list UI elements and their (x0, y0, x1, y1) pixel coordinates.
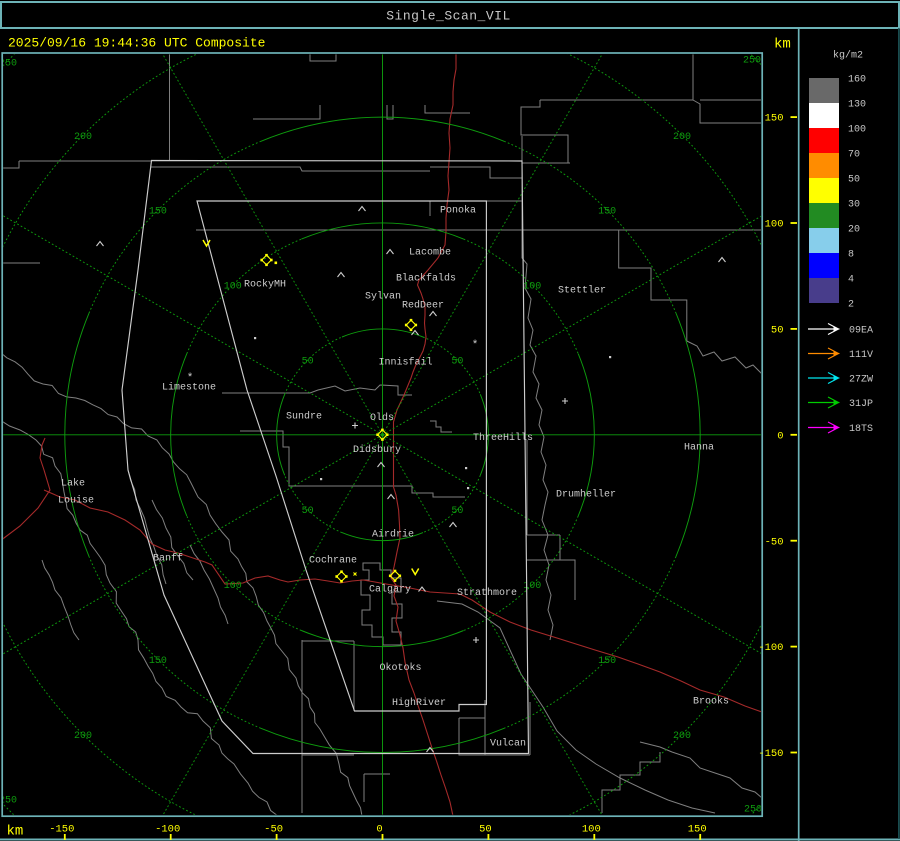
svg-text:100: 100 (523, 581, 541, 592)
svg-text:-100: -100 (155, 824, 180, 836)
svg-text:km: km (774, 37, 791, 53)
svg-text:Blackfalds: Blackfalds (396, 273, 456, 285)
svg-text:27ZW: 27ZW (849, 375, 873, 386)
svg-text:2025/09/16 19:44:36 UTC Compos: 2025/09/16 19:44:36 UTC Composite (8, 36, 265, 51)
svg-text:Ponoka: Ponoka (440, 205, 476, 217)
svg-text:Hanna: Hanna (684, 443, 714, 454)
svg-text:-50: -50 (765, 536, 784, 548)
svg-text:Cochrane: Cochrane (309, 555, 357, 567)
svg-text:150: 150 (149, 207, 167, 218)
svg-text:50: 50 (479, 824, 492, 836)
svg-text:50: 50 (771, 325, 784, 337)
svg-text:50: 50 (451, 356, 463, 367)
svg-text:RockyMH: RockyMH (244, 279, 286, 291)
svg-text:50: 50 (302, 356, 314, 367)
svg-text:100: 100 (523, 282, 541, 293)
svg-text:150: 150 (688, 824, 707, 836)
svg-text:200: 200 (673, 731, 691, 742)
svg-text:ThreeHills: ThreeHills (473, 432, 533, 444)
svg-text:HighRiver: HighRiver (392, 697, 446, 709)
svg-text:-150: -150 (758, 748, 783, 760)
svg-text:09EA: 09EA (849, 326, 873, 337)
svg-text:Drumheller: Drumheller (556, 489, 616, 501)
svg-text:Banff: Banff (153, 553, 183, 565)
svg-text:150: 150 (598, 207, 616, 218)
svg-text:kg/m2: kg/m2 (833, 50, 863, 62)
svg-text:Airdrie: Airdrie (372, 529, 414, 541)
svg-text:4: 4 (848, 275, 854, 286)
svg-text:100: 100 (848, 125, 866, 136)
svg-text:Okotoks: Okotoks (379, 662, 421, 674)
svg-text:Olds: Olds (370, 412, 394, 424)
svg-text:Vulcan: Vulcan (490, 738, 526, 750)
svg-text:150: 150 (765, 113, 784, 125)
svg-text:Innisfail: Innisfail (378, 357, 432, 369)
svg-text:Calgary: Calgary (369, 584, 411, 596)
svg-text:200: 200 (74, 731, 92, 742)
svg-text:RedDeer: RedDeer (402, 300, 444, 312)
svg-text:250: 250 (744, 805, 762, 816)
svg-text:18TS: 18TS (849, 424, 873, 435)
svg-text:100: 100 (582, 824, 601, 836)
svg-text:31JP: 31JP (849, 399, 873, 410)
svg-text:0: 0 (777, 430, 783, 442)
svg-text:70: 70 (848, 150, 860, 161)
svg-text:Lake: Lake (61, 478, 85, 490)
svg-text:2: 2 (848, 300, 854, 311)
svg-text:-150: -150 (49, 824, 74, 836)
svg-text:160: 160 (848, 75, 866, 86)
svg-text:200: 200 (74, 132, 92, 143)
svg-text:111V: 111V (849, 350, 873, 361)
svg-text:30: 30 (848, 200, 860, 211)
svg-text:km: km (7, 824, 24, 840)
svg-text:50: 50 (848, 175, 860, 186)
svg-text:8: 8 (848, 250, 854, 261)
svg-text:*: * (472, 340, 479, 352)
svg-text:100: 100 (224, 282, 242, 293)
svg-text:Didsbury: Didsbury (353, 444, 401, 456)
svg-text:Single_Scan_VIL: Single_Scan_VIL (386, 9, 511, 24)
svg-text:200: 200 (673, 132, 691, 143)
svg-text:Lacombe: Lacombe (409, 247, 451, 259)
svg-text:250: 250 (743, 56, 761, 67)
svg-text:Strathmore: Strathmore (457, 587, 517, 599)
svg-text:Stettler: Stettler (558, 285, 606, 297)
svg-text:100: 100 (765, 219, 784, 231)
svg-text:130: 130 (848, 100, 866, 111)
svg-text:-50: -50 (264, 824, 283, 836)
svg-text:150: 150 (598, 656, 616, 667)
svg-text:Sylvan: Sylvan (365, 291, 401, 303)
svg-text:100: 100 (224, 581, 242, 592)
svg-text:-100: -100 (758, 642, 783, 654)
svg-text:50: 50 (302, 506, 314, 517)
svg-text:20: 20 (848, 225, 860, 236)
svg-text:Louise: Louise (58, 495, 94, 507)
svg-text:Brooks: Brooks (693, 696, 729, 708)
svg-text:150: 150 (149, 656, 167, 667)
svg-text:Sundre: Sundre (286, 411, 322, 423)
svg-text:0: 0 (376, 824, 382, 836)
svg-text:*: * (187, 373, 194, 385)
svg-text:50: 50 (451, 506, 463, 517)
